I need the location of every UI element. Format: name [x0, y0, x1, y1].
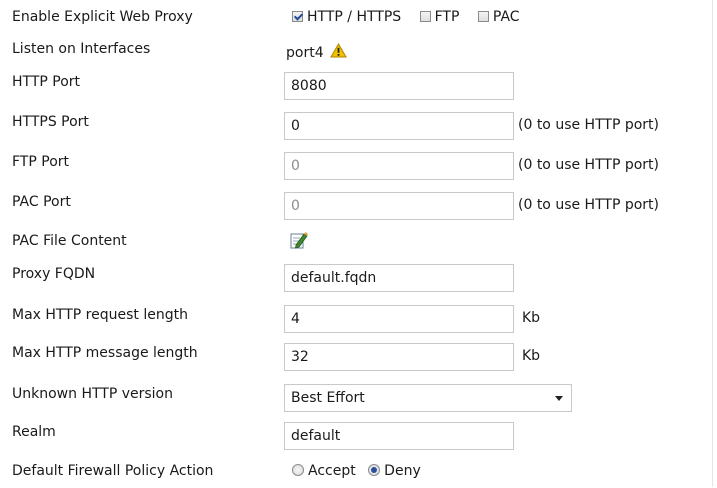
http-port-label: HTTP Port [12, 74, 81, 90]
deny-radio[interactable] [368, 464, 381, 476]
panel-border [712, 0, 713, 487]
https-port-hint: (0 to use HTTP port) [518, 117, 659, 133]
max-message-length-unit: Kb [522, 348, 541, 364]
deny-label: Deny [384, 463, 421, 479]
pac-checkbox-option[interactable]: PAC [477, 9, 520, 25]
default-policy-action-label: Default Firewall Policy Action [12, 463, 214, 479]
pac-label: PAC [492, 9, 520, 25]
max-message-length-label: Max HTTP message length [12, 345, 198, 361]
accept-label: Accept [308, 463, 356, 479]
listen-interfaces-label: Listen on Interfaces [12, 41, 151, 57]
ftp-checkbox[interactable] [419, 11, 431, 22]
max-message-length-row: Max HTTP message length 32 Kb [0, 343, 712, 371]
http-https-label: HTTP / HTTPS [307, 9, 402, 25]
ftp-port-row: FTP Port 0 (0 to use HTTP port) [0, 152, 712, 180]
http-https-checkbox[interactable] [292, 11, 303, 22]
realm-row: Realm default [0, 422, 712, 450]
chevron-down-icon [555, 396, 563, 401]
proxy-fqdn-row: Proxy FQDN default.fqdn [0, 264, 712, 292]
pac-port-hint: (0 to use HTTP port) [518, 197, 659, 213]
warning-icon [330, 42, 347, 58]
realm-input[interactable]: default [284, 422, 514, 450]
max-message-length-input[interactable]: 32 [284, 343, 514, 371]
deny-radio-option[interactable]: Deny [368, 463, 421, 479]
ftp-checkbox-option[interactable]: FTP [419, 9, 460, 25]
enable-proxy-options: HTTP / HTTPS FTP PAC [292, 9, 534, 25]
unknown-http-version-select[interactable]: Best Effort [284, 384, 572, 412]
listen-interfaces-value-wrap: port4 [286, 42, 347, 61]
max-request-length-row: Max HTTP request length 4 Kb [0, 305, 712, 333]
proxy-fqdn-input[interactable]: default.fqdn [284, 264, 514, 292]
unknown-http-version-value: Best Effort [291, 390, 365, 406]
accept-radio[interactable] [292, 464, 304, 476]
listen-interfaces-row: Listen on Interfaces port4 [0, 39, 712, 67]
pac-port-row: PAC Port 0 (0 to use HTTP port) [0, 192, 712, 220]
pac-file-label: PAC File Content [12, 233, 127, 249]
max-request-length-label: Max HTTP request length [12, 307, 188, 323]
https-port-input[interactable]: 0 [284, 112, 514, 140]
pac-checkbox[interactable] [477, 11, 489, 22]
accept-radio-option[interactable]: Accept [292, 463, 356, 479]
pac-port-label: PAC Port [12, 194, 71, 210]
edit-icon[interactable] [290, 231, 308, 249]
max-request-length-unit: Kb [522, 310, 541, 326]
default-policy-action-row: Default Firewall Policy Action Accept De… [0, 460, 712, 488]
max-request-length-input[interactable]: 4 [284, 305, 514, 333]
ftp-label: FTP [434, 9, 460, 25]
enable-proxy-label: Enable Explicit Web Proxy [12, 9, 193, 25]
https-port-row: HTTPS Port 0 (0 to use HTTP port) [0, 112, 712, 140]
pac-file-row: PAC File Content [0, 231, 712, 259]
http-port-row: HTTP Port 8080 [0, 72, 712, 100]
https-port-label: HTTPS Port [12, 114, 89, 130]
default-policy-action-options: Accept Deny [292, 463, 435, 479]
pac-port-input[interactable]: 0 [284, 192, 514, 220]
http-https-checkbox-option[interactable]: HTTP / HTTPS [292, 9, 401, 25]
proxy-fqdn-label: Proxy FQDN [12, 266, 96, 282]
ftp-port-hint: (0 to use HTTP port) [518, 157, 659, 173]
http-port-input[interactable]: 8080 [284, 72, 514, 100]
ftp-port-input[interactable]: 0 [284, 152, 514, 180]
unknown-http-version-label: Unknown HTTP version [12, 386, 173, 402]
unknown-http-version-row: Unknown HTTP version Best Effort [0, 384, 712, 412]
enable-proxy-row: Enable Explicit Web Proxy HTTP / HTTPS F… [0, 7, 712, 35]
ftp-port-label: FTP Port [12, 154, 70, 170]
realm-label: Realm [12, 424, 56, 440]
listen-interfaces-value: port4 [286, 45, 324, 61]
